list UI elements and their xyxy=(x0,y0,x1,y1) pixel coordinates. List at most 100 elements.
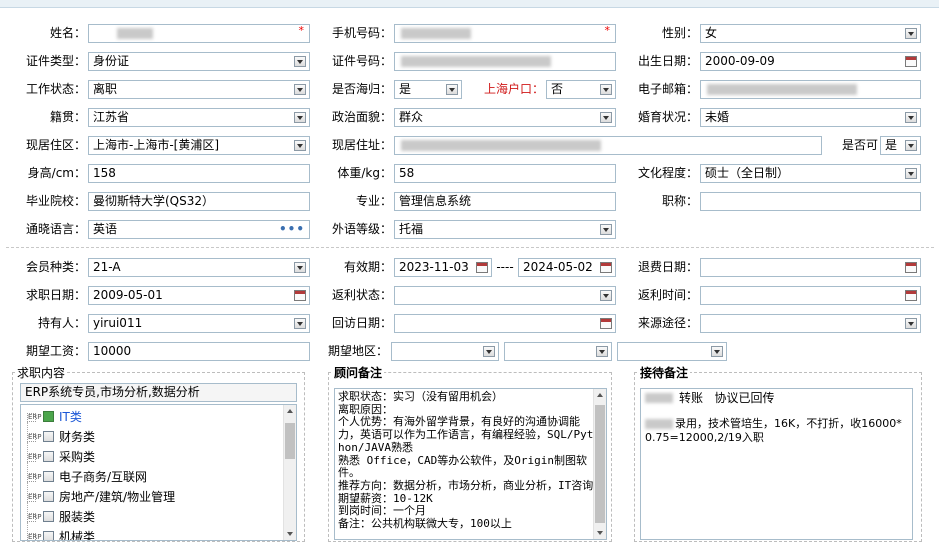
expected-salary-input[interactable]: 10000 xyxy=(88,342,310,361)
chevron-down-icon[interactable] xyxy=(905,318,917,329)
scroll-down-icon[interactable] xyxy=(287,532,293,536)
reception-notes-textarea[interactable]: 转账 协议已回传 录用，技术管培生，16K，不打折，收16000*0.75=12… xyxy=(640,388,913,540)
political-status-select[interactable]: 群众 xyxy=(394,108,616,127)
chevron-down-icon[interactable] xyxy=(905,112,917,123)
job-title-input[interactable] xyxy=(700,192,921,211)
region-district-select[interactable] xyxy=(617,342,727,361)
university-input[interactable]: 曼彻斯特大学(QS32） xyxy=(88,192,310,211)
rebate-status-select[interactable] xyxy=(394,286,616,305)
checkbox[interactable] xyxy=(43,471,54,482)
marital-status-select[interactable]: 未婚 xyxy=(700,108,921,127)
calendar-icon[interactable] xyxy=(600,262,612,273)
chevron-down-icon[interactable] xyxy=(711,346,723,357)
scroll-up-icon[interactable] xyxy=(287,409,293,413)
chevron-down-icon[interactable] xyxy=(600,290,612,301)
calendar-icon[interactable] xyxy=(600,318,612,329)
validity-end-input[interactable]: 2024-05-02 xyxy=(518,258,616,277)
overseas-return-select[interactable]: 是 xyxy=(394,80,462,99)
rebate-time-input[interactable] xyxy=(700,286,921,305)
checkbox[interactable] xyxy=(43,511,54,522)
id-number-input[interactable] xyxy=(394,52,616,71)
checkbox[interactable] xyxy=(43,431,54,442)
chevron-down-icon[interactable] xyxy=(294,56,306,67)
native-place-select[interactable]: 江苏省 xyxy=(88,108,310,127)
chevron-down-icon[interactable] xyxy=(905,140,917,151)
refund-date-input[interactable] xyxy=(700,258,921,277)
expand-icon[interactable]: ERP xyxy=(27,533,42,540)
chevron-down-icon[interactable] xyxy=(596,346,608,357)
member-type-label: 会员种类： xyxy=(25,260,86,274)
chevron-down-icon[interactable] xyxy=(600,84,612,95)
chevron-down-icon[interactable] xyxy=(483,346,495,357)
phone-input[interactable]: * xyxy=(394,24,616,43)
chevron-down-icon[interactable] xyxy=(294,84,306,95)
source-select[interactable] xyxy=(700,314,921,333)
chevron-down-icon[interactable] xyxy=(446,84,458,95)
consultant-notes-textarea[interactable]: 求职状态：实习（没有留用机会） 离职原因： 个人优势：有海外留学背景，有良好的沟… xyxy=(334,388,607,540)
expand-icon[interactable]: ERP xyxy=(27,473,42,494)
checkbox[interactable] xyxy=(43,451,54,462)
chevron-down-icon[interactable] xyxy=(600,224,612,235)
tree-node-label: 服装类 xyxy=(59,510,96,524)
validity-start-input[interactable]: 2023-11-03 xyxy=(394,258,492,277)
followup-date-label: 回访日期： xyxy=(331,316,392,330)
member-type-select[interactable]: 21-A xyxy=(88,258,310,277)
calendar-icon[interactable] xyxy=(294,290,306,301)
chevron-down-icon[interactable] xyxy=(600,112,612,123)
scroll-thumb[interactable] xyxy=(285,423,295,459)
region-province-select[interactable] xyxy=(391,342,499,361)
email-input[interactable] xyxy=(700,80,921,99)
weight-input[interactable]: 58 xyxy=(394,164,616,183)
current-address-input[interactable] xyxy=(394,136,822,155)
expand-icon[interactable]: ERP xyxy=(27,413,42,434)
region-city-select[interactable] xyxy=(504,342,612,361)
checkbox[interactable] xyxy=(43,491,54,502)
id-type-select[interactable]: 身份证 xyxy=(88,52,310,71)
chevron-down-icon[interactable] xyxy=(905,28,917,39)
major-input[interactable]: 管理信息系统 xyxy=(394,192,616,211)
scroll-up-icon[interactable] xyxy=(597,393,603,397)
expand-icon[interactable]: ERP xyxy=(27,493,42,514)
calendar-icon[interactable] xyxy=(905,290,917,301)
chevron-down-icon[interactable] xyxy=(905,168,917,179)
shanghai-hukou-select[interactable]: 否 xyxy=(546,80,616,99)
calendar-icon[interactable] xyxy=(905,56,917,67)
chevron-down-icon[interactable] xyxy=(294,318,306,329)
checkbox-checked[interactable] xyxy=(43,411,54,422)
consultant-notes-text: 求职状态：实习（没有留用机会） 离职原因： 个人优势：有海外留学背景，有良好的沟… xyxy=(338,390,594,531)
tree-scrollbar[interactable] xyxy=(283,405,296,540)
job-category-tree[interactable]: ERP IT类 ERP 财务类 ERP 采购类 ERP 电子商务/互联网 ERP 房地产/… xyxy=(20,404,297,541)
scroll-down-icon[interactable] xyxy=(597,531,603,535)
gender-select[interactable]: 女 xyxy=(700,24,921,43)
checkbox[interactable] xyxy=(43,531,54,540)
expand-icon[interactable]: ERP xyxy=(27,433,42,454)
expand-icon[interactable]: ERP xyxy=(27,513,42,534)
education-select[interactable]: 硕士（全日制） xyxy=(700,164,921,183)
followup-date-input[interactable] xyxy=(394,314,616,333)
notes-scrollbar[interactable] xyxy=(593,389,606,539)
expand-icon[interactable]: ERP xyxy=(27,453,42,474)
job-content-value-field[interactable]: ERP系统专员,市场分析,数据分析 xyxy=(20,383,297,402)
work-status-select[interactable]: 离职 xyxy=(88,80,310,99)
height-input[interactable]: 158 xyxy=(88,164,310,183)
chevron-down-icon[interactable] xyxy=(294,112,306,123)
is-available-select[interactable]: 是 xyxy=(880,136,921,155)
language-level-select[interactable]: 托福 xyxy=(394,220,616,239)
language-label: 通晓语言： xyxy=(25,222,86,236)
tree-node-label: 财务类 xyxy=(59,430,96,444)
major-value: 管理信息系统 xyxy=(399,194,472,208)
scroll-thumb[interactable] xyxy=(595,405,605,523)
more-icon[interactable]: ••• xyxy=(279,221,305,238)
birth-date-input[interactable]: 2000-09-09 xyxy=(700,52,921,71)
language-input[interactable]: 英语 ••• xyxy=(88,220,310,239)
validity-separator: ---- xyxy=(496,260,514,274)
current-district-select[interactable]: 上海市-上海市-[黄浦区] xyxy=(88,136,310,155)
name-input[interactable]: * xyxy=(88,24,310,43)
calendar-icon[interactable] xyxy=(476,262,488,273)
holder-select[interactable]: yirui011 xyxy=(88,314,310,333)
validity-label: 有效期： xyxy=(343,260,392,274)
chevron-down-icon[interactable] xyxy=(294,262,306,273)
job-seek-date-input[interactable]: 2009-05-01 xyxy=(88,286,310,305)
calendar-icon[interactable] xyxy=(905,262,917,273)
chevron-down-icon[interactable] xyxy=(294,140,306,151)
